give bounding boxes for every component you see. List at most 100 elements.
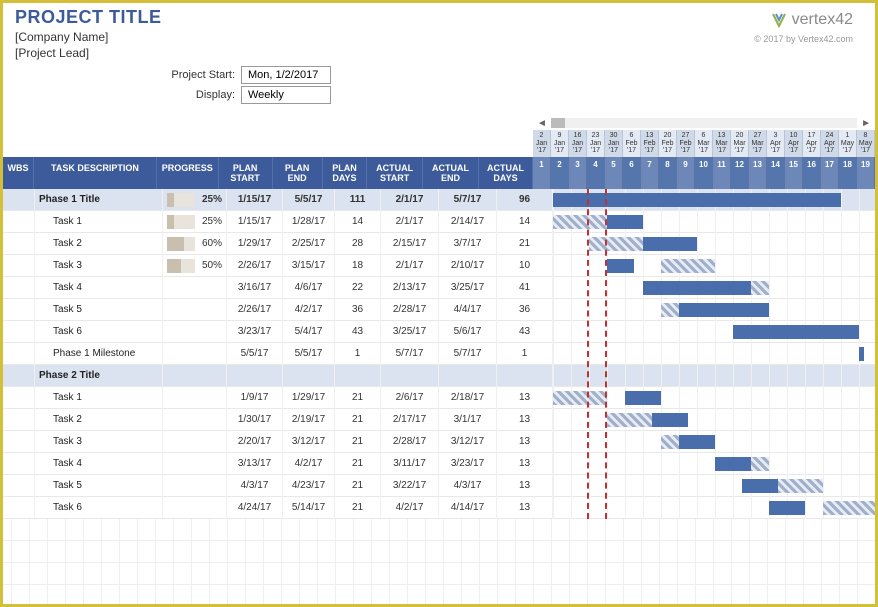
table-row[interactable]: Phase 2 Title [3,365,875,387]
actual-days-cell[interactable]: 13 [497,475,553,497]
plan-end-cell[interactable]: 1/28/17 [283,211,335,233]
plan-days-cell[interactable]: 18 [335,255,381,277]
actual-days-cell[interactable]: 13 [497,387,553,409]
progress-cell[interactable] [163,321,227,343]
plan-start-cell[interactable]: 4/3/17 [227,475,283,497]
plan-start-cell[interactable]: 3/23/17 [227,321,283,343]
actual-days-cell[interactable]: 10 [497,255,553,277]
actual-end-cell[interactable]: 3/7/17 [439,233,497,255]
actual-start-cell[interactable]: 3/11/17 [381,453,439,475]
plan-days-cell[interactable]: 1 [335,343,381,365]
plan-end-cell[interactable]: 4/6/17 [283,277,335,299]
plan-start-cell[interactable]: 5/5/17 [227,343,283,365]
table-row[interactable]: Task 11/9/171/29/17212/6/172/18/1713 [3,387,875,409]
actual-end-cell[interactable]: 4/4/17 [439,299,497,321]
actual-days-cell[interactable]: 41 [497,277,553,299]
plan-end-cell[interactable]: 4/2/17 [283,453,335,475]
plan-days-cell[interactable]: 22 [335,277,381,299]
task-name-cell[interactable]: Phase 1 Title [35,189,163,211]
actual-start-cell[interactable]: 2/6/17 [381,387,439,409]
actual-start-cell[interactable]: 2/15/17 [381,233,439,255]
wbs-cell[interactable] [3,189,35,211]
plan-days-cell[interactable]: 21 [335,497,381,519]
plan-end-cell[interactable]: 5/14/17 [283,497,335,519]
plan-start-cell[interactable]: 1/29/17 [227,233,283,255]
plan-days-cell[interactable]: 21 [335,453,381,475]
actual-start-cell[interactable]: 2/1/17 [381,189,439,211]
table-row[interactable]: Task 350%2/26/173/15/17182/1/172/10/1710 [3,255,875,277]
actual-days-cell[interactable]: 43 [497,321,553,343]
task-name-cell[interactable]: Task 1 [35,387,163,409]
wbs-cell[interactable] [3,343,35,365]
actual-days-cell[interactable]: 36 [497,299,553,321]
actual-start-cell[interactable]: 5/7/17 [381,343,439,365]
progress-cell[interactable] [163,475,227,497]
actual-start-cell[interactable] [381,365,439,387]
plan-start-cell[interactable]: 2/26/17 [227,255,283,277]
task-name-cell[interactable]: Task 5 [35,299,163,321]
actual-end-cell[interactable]: 3/1/17 [439,409,497,431]
actual-start-cell[interactable]: 2/28/17 [381,299,439,321]
actual-end-cell[interactable]: 5/7/17 [439,343,497,365]
wbs-cell[interactable] [3,387,35,409]
plan-start-cell[interactable]: 2/20/17 [227,431,283,453]
actual-start-cell[interactable]: 2/28/17 [381,431,439,453]
plan-end-cell[interactable]: 2/25/17 [283,233,335,255]
plan-days-cell[interactable]: 111 [335,189,381,211]
actual-days-cell[interactable]: 1 [497,343,553,365]
task-name-cell[interactable]: Phase 2 Title [35,365,163,387]
table-row[interactable]: Phase 1 Title25%1/15/175/5/171112/1/175/… [3,189,875,211]
actual-days-cell[interactable] [497,365,553,387]
table-row[interactable]: Task 260%1/29/172/25/17282/15/173/7/1721 [3,233,875,255]
progress-cell[interactable]: 25% [163,211,227,233]
progress-cell[interactable] [163,453,227,475]
wbs-cell[interactable] [3,475,35,497]
plan-start-cell[interactable]: 2/26/17 [227,299,283,321]
plan-days-cell[interactable]: 21 [335,475,381,497]
display-select[interactable]: Weekly [241,86,331,104]
actual-start-cell[interactable]: 2/1/17 [381,211,439,233]
actual-days-cell[interactable]: 14 [497,211,553,233]
progress-cell[interactable]: 50% [163,255,227,277]
progress-cell[interactable] [163,343,227,365]
table-row[interactable]: Task 32/20/173/12/17212/28/173/12/1713 [3,431,875,453]
plan-days-cell[interactable]: 43 [335,321,381,343]
actual-start-cell[interactable]: 2/13/17 [381,277,439,299]
table-row[interactable]: Task 43/13/174/2/17213/11/173/23/1713 [3,453,875,475]
actual-start-cell[interactable]: 4/2/17 [381,497,439,519]
wbs-cell[interactable] [3,365,35,387]
plan-start-cell[interactable]: 4/24/17 [227,497,283,519]
table-row[interactable]: Phase 1 Milestone5/5/175/5/1715/7/175/7/… [3,343,875,365]
plan-end-cell[interactable]: 2/19/17 [283,409,335,431]
plan-days-cell[interactable]: 28 [335,233,381,255]
wbs-cell[interactable] [3,321,35,343]
plan-end-cell[interactable]: 4/23/17 [283,475,335,497]
plan-start-cell[interactable]: 3/13/17 [227,453,283,475]
plan-end-cell[interactable]: 1/29/17 [283,387,335,409]
actual-end-cell[interactable]: 4/14/17 [439,497,497,519]
scroll-right-arrow[interactable]: ► [861,118,871,129]
task-name-cell[interactable]: Task 3 [35,431,163,453]
wbs-cell[interactable] [3,431,35,453]
task-name-cell[interactable]: Task 3 [35,255,163,277]
table-row[interactable]: Task 52/26/174/2/17362/28/174/4/1736 [3,299,875,321]
actual-start-cell[interactable]: 3/22/17 [381,475,439,497]
actual-end-cell[interactable]: 3/12/17 [439,431,497,453]
progress-cell[interactable] [163,431,227,453]
table-row[interactable]: Task 125%1/15/171/28/17142/1/172/14/1714 [3,211,875,233]
table-row[interactable]: Task 21/30/172/19/17212/17/173/1/1713 [3,409,875,431]
table-row[interactable]: Task 43/16/174/6/17222/13/173/25/1741 [3,277,875,299]
progress-cell[interactable]: 25% [163,189,227,211]
plan-days-cell[interactable]: 21 [335,387,381,409]
wbs-cell[interactable] [3,211,35,233]
actual-end-cell[interactable]: 2/14/17 [439,211,497,233]
task-name-cell[interactable]: Task 4 [35,453,163,475]
actual-start-cell[interactable]: 2/17/17 [381,409,439,431]
plan-end-cell[interactable]: 3/12/17 [283,431,335,453]
wbs-cell[interactable] [3,299,35,321]
actual-end-cell[interactable]: 4/3/17 [439,475,497,497]
wbs-cell[interactable] [3,233,35,255]
actual-end-cell[interactable]: 2/10/17 [439,255,497,277]
progress-cell[interactable] [163,387,227,409]
task-name-cell[interactable]: Task 1 [35,211,163,233]
